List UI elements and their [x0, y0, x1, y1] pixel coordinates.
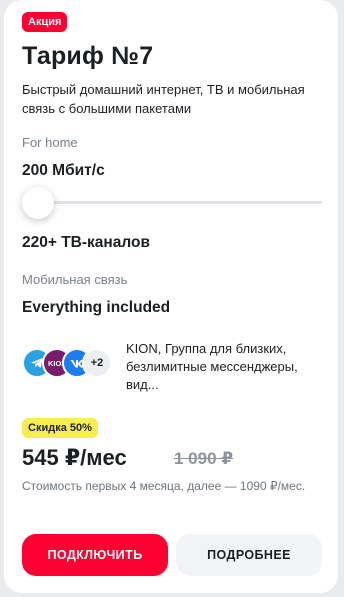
tariff-card: Акция Тариф №7 Быстрый домашний интернет…: [4, 0, 338, 593]
included-apps-text: KION, Группа для близких, безлимитные ме…: [126, 341, 298, 392]
speed-slider-track[interactable]: [24, 201, 322, 204]
current-price: 545 ₽/мес: [22, 445, 127, 470]
tariff-title: Тариф №7: [22, 42, 154, 70]
speed-slider-thumb[interactable]: [22, 187, 54, 219]
promo-badge: Акция: [22, 12, 68, 32]
details-button[interactable]: ПОДРОБНЕЕ: [176, 534, 322, 576]
old-price: 1 090 ₽: [174, 449, 234, 468]
mobile-section-label: Мобильная связь: [22, 272, 128, 287]
connect-button[interactable]: ПОДКЛЮЧИТЬ: [22, 534, 168, 576]
tv-channels: 220+ ТВ-каналов: [22, 234, 151, 251]
price-note: Стоимость первых 4 месяца, далее — 1090 …: [22, 479, 306, 493]
more-apps-count: +2: [82, 348, 112, 378]
tariff-description: Быстрый домашний интернет, ТВ и мобильна…: [22, 82, 305, 116]
internet-speed: 200 Мбит/с: [22, 162, 105, 179]
mobile-value: Everything included: [22, 299, 171, 316]
home-section-label: For home: [22, 135, 78, 150]
discount-badge: Скидка 50%: [22, 418, 98, 438]
included-apps: KION +2: [22, 348, 132, 380]
